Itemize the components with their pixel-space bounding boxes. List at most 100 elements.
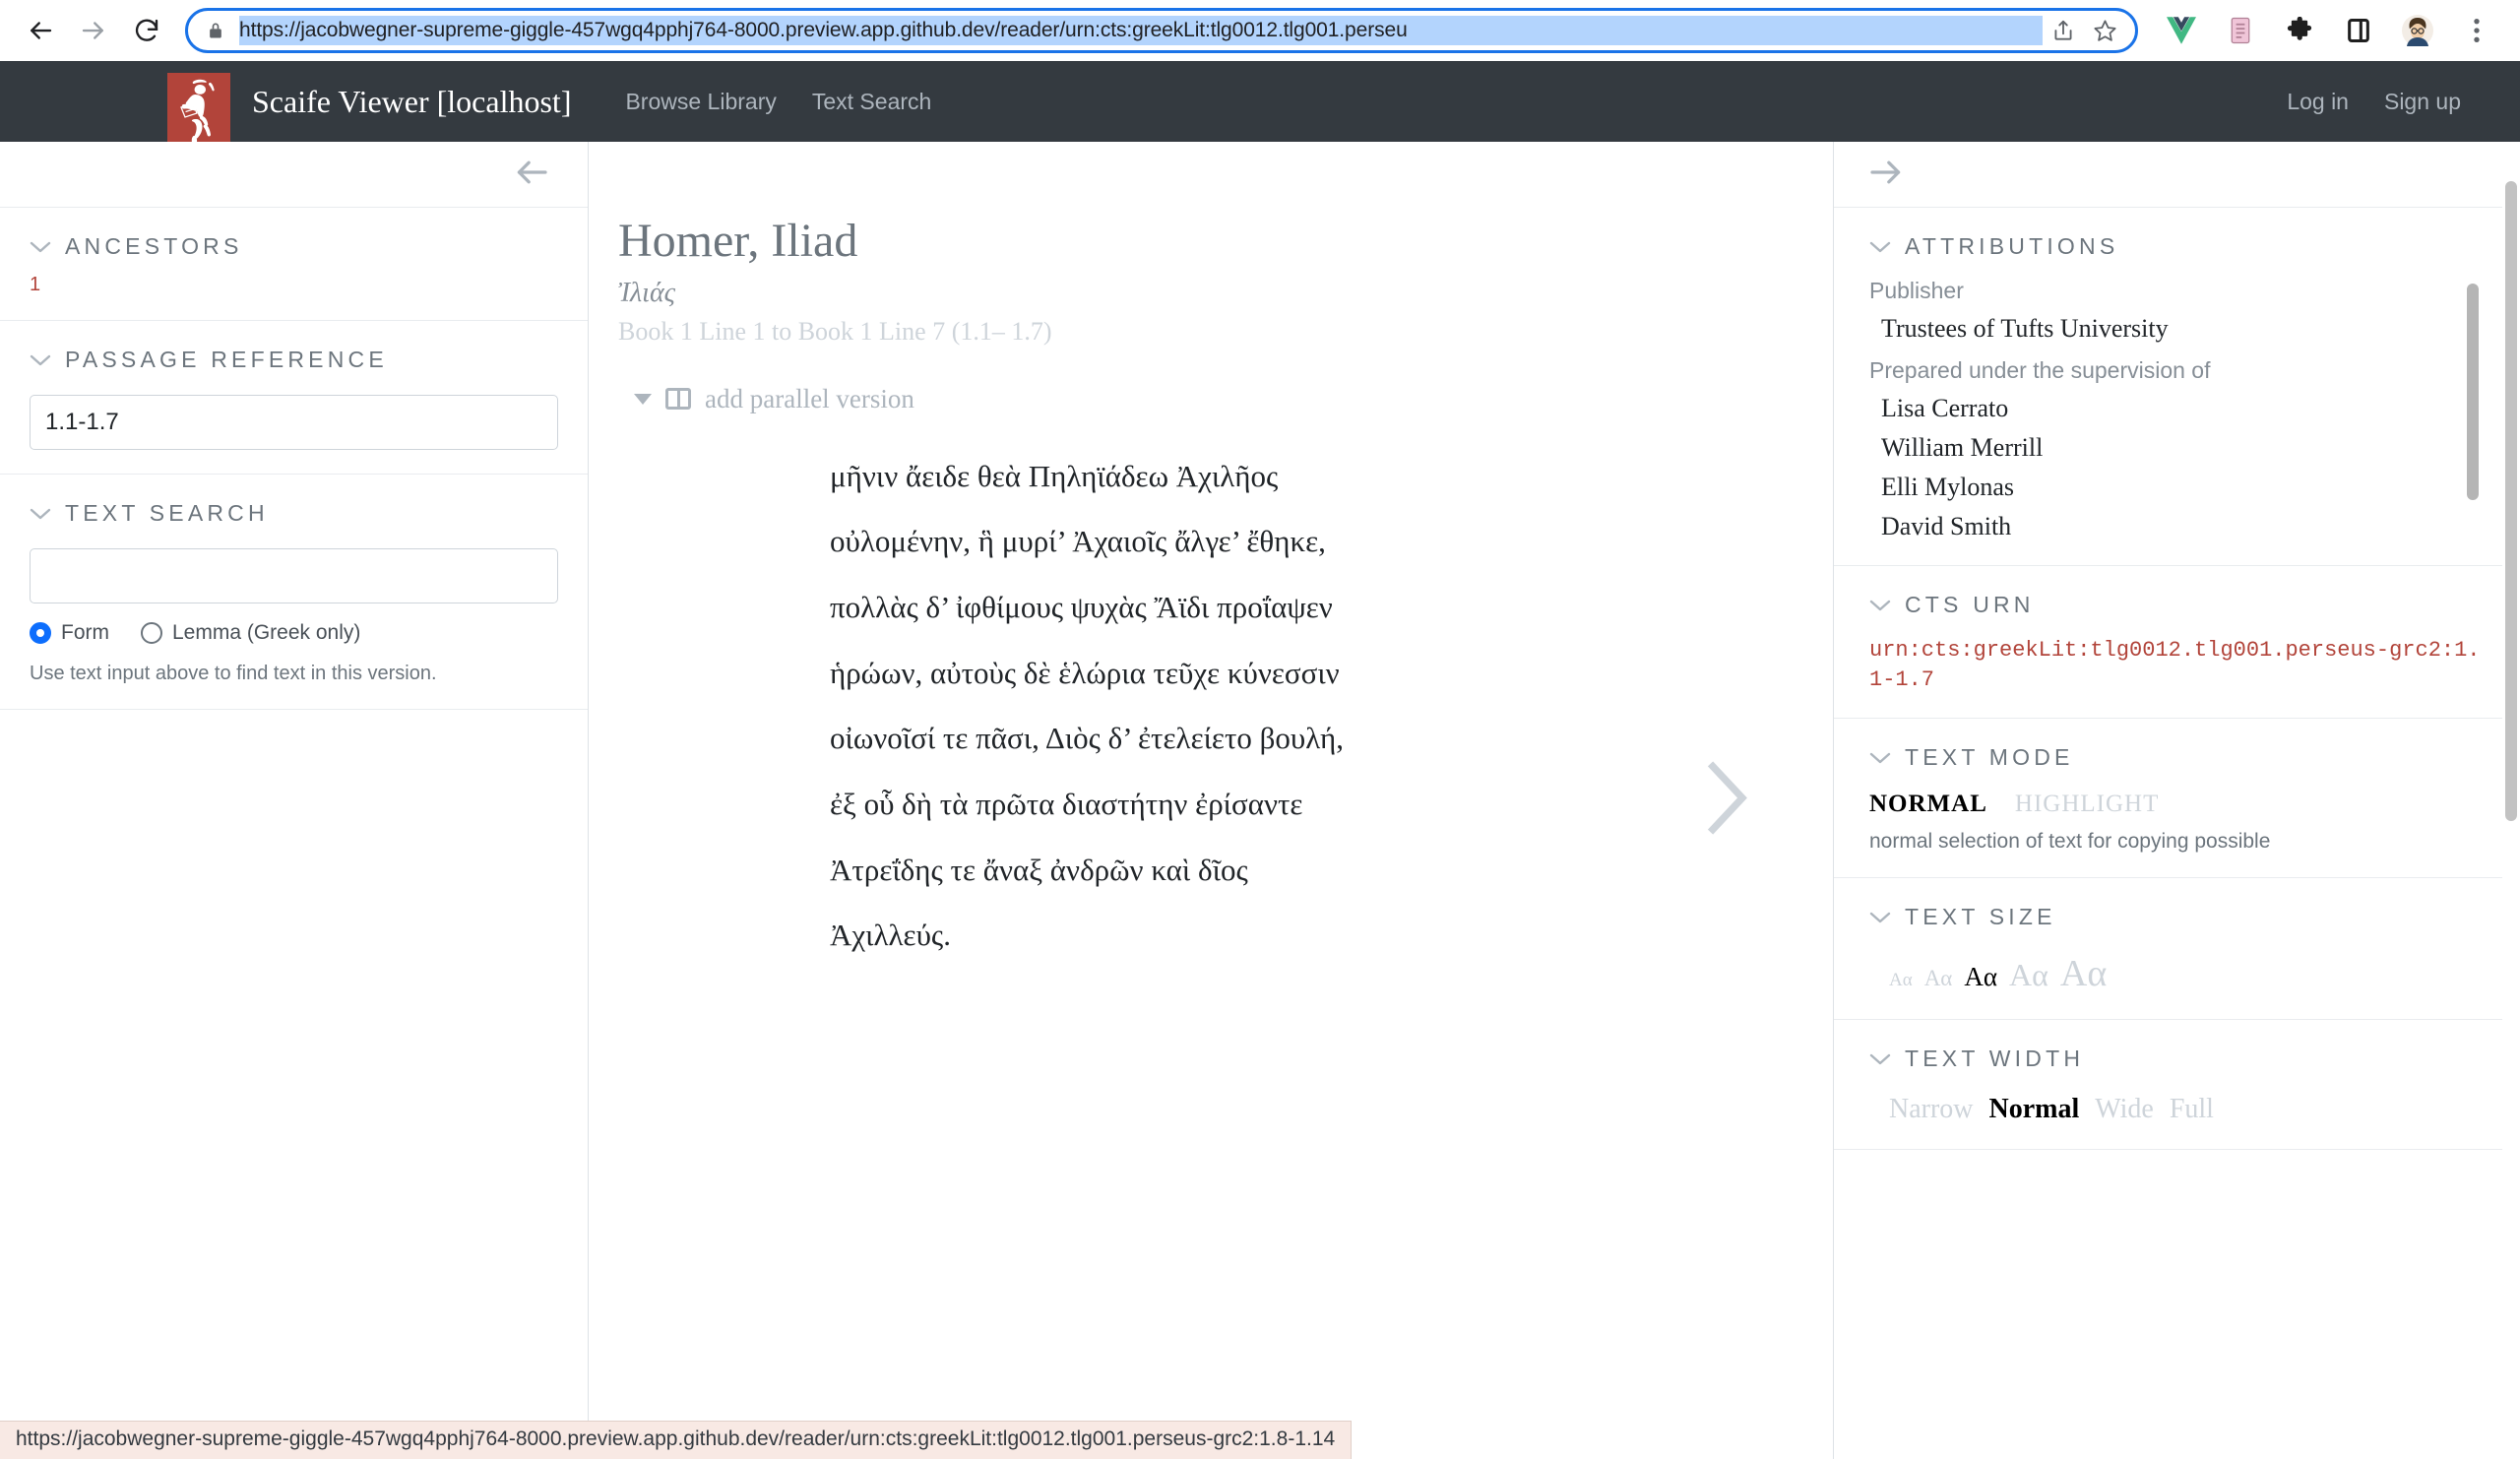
extension-icons <box>2152 8 2506 53</box>
header-nav: Browse Library Text Search <box>625 89 931 115</box>
attribution-group-label: Publisher <box>1869 278 1964 303</box>
widget-passage-reference-header[interactable]: Passage Reference <box>30 347 558 373</box>
vue-devtools-icon[interactable] <box>2159 8 2204 53</box>
attribution-group-label: Prepared under the supervision of <box>1869 357 2211 383</box>
split-columns-icon <box>665 388 691 411</box>
attributions-scroll-area[interactable]: Publisher Trustees of Tufts University P… <box>1869 278 2485 541</box>
widget-title: Text Search <box>65 500 269 526</box>
passage-line: πολλὰς δ’ ἰφθίμους ψυχὰς Ἄϊδι προΐαψεν <box>830 590 1333 625</box>
kebab-menu-icon[interactable] <box>2454 8 2499 53</box>
widget-text-size-header[interactable]: Text Size <box>1869 904 2485 930</box>
widget-title: Text Size <box>1905 904 2056 930</box>
reader-panel: Homer, Iliad Ἰλιάς Book 1 Line 1 to Book… <box>589 142 1833 1459</box>
widget-attributions-header[interactable]: Attributions <box>1869 233 2485 260</box>
attributions-scrollbar[interactable] <box>2467 278 2479 541</box>
text-width-full[interactable]: Full <box>2170 1094 2214 1125</box>
text-search-mode-options: Form Lemma (Greek only) <box>30 621 558 645</box>
text-size-option-1[interactable]: Aα <box>1889 970 1913 991</box>
nav-login[interactable]: Log in <box>2287 89 2349 115</box>
reload-icon <box>132 16 161 45</box>
text-search-input[interactable] <box>30 548 558 603</box>
caret-down-icon <box>634 393 652 405</box>
chevron-down-icon <box>1869 240 1891 254</box>
back-button[interactable] <box>14 4 67 57</box>
text-width-wide[interactable]: Wide <box>2095 1094 2154 1125</box>
ancestor-link-1[interactable]: 1 <box>30 274 558 296</box>
reading-list-icon[interactable] <box>2218 8 2263 53</box>
puzzle-piece-icon[interactable] <box>2277 8 2322 53</box>
passage-line: μῆνιν ἄειδε θεὰ Πηληϊάδεω Ἀχιλῆος <box>830 458 1279 493</box>
status-bar-link-preview: https://jacobwegner-supreme-giggle-457wg… <box>0 1421 1353 1459</box>
passage-line: Ἀτρεΐδης τε ἄναξ ἀνδρῶν καὶ δῖος <box>830 852 1248 887</box>
widget-attributions: Attributions Publisher Trustees of Tufts… <box>1834 208 2520 566</box>
widget-cts-urn: CTS URN urn:cts:greekLit:tlg0012.tlg001.… <box>1834 566 2520 720</box>
attribution-value: David Smith <box>1881 512 2012 540</box>
next-passage-button[interactable] <box>1699 759 1754 843</box>
add-parallel-version-label: add parallel version <box>705 383 914 413</box>
passage-reference-label: Book 1 Line 1 to Book 1 Line 7 (1.1– 1.7… <box>618 316 1052 346</box>
chevron-down-icon <box>1869 751 1891 765</box>
profile-avatar-icon[interactable] <box>2395 8 2440 53</box>
reload-button[interactable] <box>120 4 173 57</box>
text-width-narrow[interactable]: Narrow <box>1889 1094 1974 1125</box>
widget-title: Attributions <box>1905 233 2119 259</box>
arrow-right-icon[interactable] <box>1869 159 1903 191</box>
arrow-left-icon[interactable] <box>515 159 548 191</box>
text-mode-normal[interactable]: NORMAL <box>1869 791 1987 818</box>
radio-lemma-indicator[interactable] <box>141 622 162 644</box>
attribution-value: William Merrill <box>1881 433 2044 462</box>
widget-text-search-header[interactable]: Text Search <box>30 500 558 527</box>
sidebar-panel-icon[interactable] <box>2336 8 2381 53</box>
widget-passage-reference: Passage Reference <box>0 321 588 475</box>
widget-text-mode-header[interactable]: Text Mode <box>1869 744 2485 771</box>
url-text[interactable]: https://jacobwegner-supreme-giggle-457wg… <box>239 16 2043 45</box>
add-parallel-version-button[interactable]: add parallel version <box>634 384 1833 414</box>
widget-title: Ancestors <box>65 233 243 259</box>
right-sidebar-collapse-row <box>1834 142 2520 208</box>
widget-text-search: Text Search Form Lemma (Greek only) Use … <box>0 475 588 710</box>
chevron-down-icon <box>30 240 51 254</box>
text-size-option-2[interactable]: Aα <box>1924 966 1953 991</box>
attribution-value: Elli Mylonas <box>1881 473 2015 501</box>
chevron-down-icon <box>1869 911 1891 924</box>
widget-title: Text Width <box>1905 1046 2085 1072</box>
left-sidebar-collapse-row <box>0 142 588 208</box>
page-title: Homer, Iliad <box>618 215 858 267</box>
text-width-normal[interactable]: Normal <box>1989 1094 2080 1125</box>
brand-title[interactable]: Scaife Viewer [localhost] <box>252 84 571 120</box>
nav-signup[interactable]: Sign up <box>2384 89 2461 115</box>
app-header: Scaife Viewer [localhost] Browse Library… <box>0 61 2520 167</box>
passage-text: μῆνιν ἄειδε θεὰ Πηληϊάδεω Ἀχιλῆος οὐλομέ… <box>830 444 1519 969</box>
passage-reference-input[interactable] <box>30 395 558 450</box>
page-scrollbar[interactable] <box>2502 142 2520 1459</box>
text-width-options: Narrow Normal Wide Full <box>1889 1094 2485 1125</box>
radio-form-label: Form <box>61 621 109 644</box>
widget-ancestors: Ancestors 1 <box>0 208 588 321</box>
attribution-value: Lisa Cerrato <box>1881 394 2009 422</box>
lock-icon <box>206 20 225 41</box>
text-mode-highlight[interactable]: HIGHLIGHT <box>2015 791 2159 818</box>
forward-button[interactable] <box>67 4 120 57</box>
browser-toolbar: https://jacobwegner-supreme-giggle-457wg… <box>0 0 2520 61</box>
left-sidebar: Ancestors 1 Passage Reference Text Searc… <box>0 142 589 1459</box>
address-bar[interactable]: https://jacobwegner-supreme-giggle-457wg… <box>185 8 2138 53</box>
radio-option-form[interactable]: Form <box>30 621 109 645</box>
widget-cts-urn-header[interactable]: CTS URN <box>1869 592 2485 618</box>
chevron-down-icon <box>30 507 51 521</box>
header-nav-right: Log in Sign up <box>2287 89 2485 115</box>
nav-browse-library[interactable]: Browse Library <box>625 89 776 115</box>
text-size-option-3[interactable]: Aα <box>1964 962 1997 992</box>
cts-urn-value[interactable]: urn:cts:greekLit:tlg0012.tlg001.perseus-… <box>1869 636 2485 694</box>
widget-ancestors-header[interactable]: Ancestors <box>30 233 558 260</box>
text-size-option-4[interactable]: Aα <box>2009 957 2048 993</box>
main-area: Ancestors 1 Passage Reference Text Searc… <box>0 142 2520 1459</box>
radio-form-indicator[interactable] <box>30 622 51 644</box>
share-icon[interactable] <box>2043 10 2084 51</box>
nav-text-search[interactable]: Text Search <box>812 89 931 115</box>
radio-option-lemma[interactable]: Lemma (Greek only) <box>141 621 360 645</box>
star-icon[interactable] <box>2084 10 2125 51</box>
widget-text-width-header[interactable]: Text Width <box>1869 1046 2485 1072</box>
radio-lemma-label: Lemma (Greek only) <box>172 621 361 644</box>
text-size-option-5[interactable]: Aα <box>2060 952 2107 995</box>
text-mode-options: NORMAL HIGHLIGHT <box>1869 791 2485 818</box>
